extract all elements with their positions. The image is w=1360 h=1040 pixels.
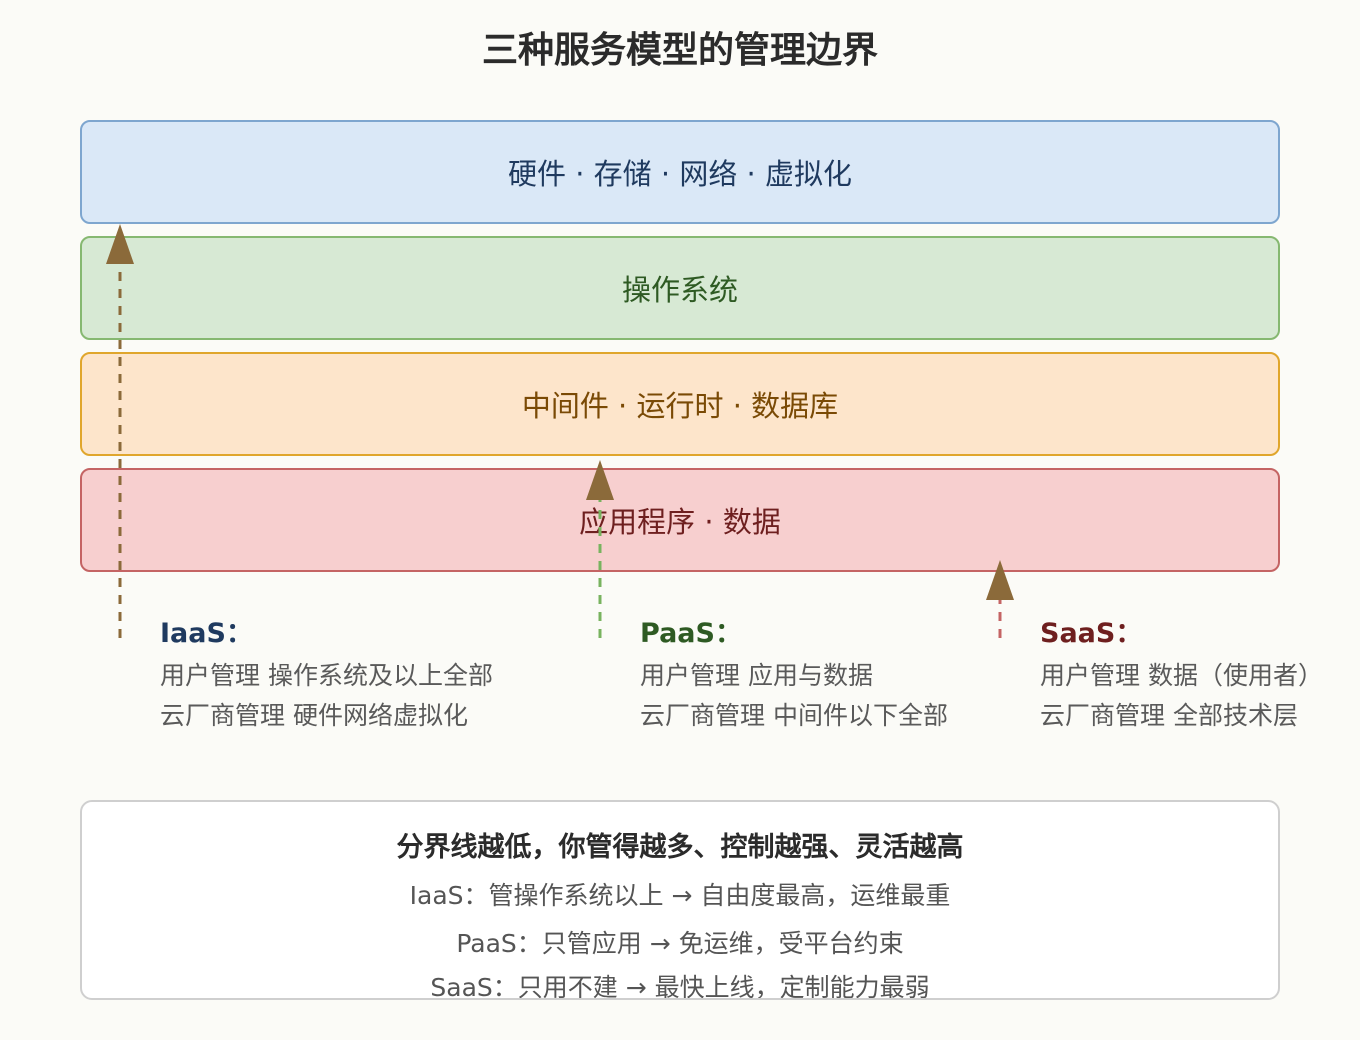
summary-title: 分界线越低，你管得越多、控制越强、灵活越高 [396,832,964,863]
diagram-title: 三种服务模型的管理边界 [481,30,878,71]
summary-line-saas: SaaS：只用不建 → 最快上线，定制能力最弱 [430,973,930,1000]
layer-label: 中间件 · 运行时 · 数据库 [521,389,839,423]
paas-description: PaaS： 用户管理 应用与数据 云厂商管理 中间件以下全部 [640,612,948,736]
summary-line-paas: PaaS：只管应用 → 免运维，受平台约束 [456,929,904,958]
provider-managed-text: 云厂商管理 全部技术层 [1040,701,1298,730]
layer-label: 硬件 · 存储 · 网络 · 虚拟化 [508,157,852,191]
provider-managed-text: 云厂商管理 硬件网络虚拟化 [160,701,468,730]
model-name: PaaS： [640,618,742,649]
summary-line-iaas: IaaS：管操作系统以上 → 自由度最高，运维最重 [409,881,951,910]
summary-box: 分界线越低，你管得越多、控制越强、灵活越高 IaaS：管操作系统以上 → 自由度… [80,800,1280,1000]
layer-application-data: 应用程序 · 数据 [80,468,1280,572]
user-managed-text: 用户管理 数据（使用者） [1040,661,1323,690]
user-managed-text: 用户管理 应用与数据 [640,661,873,690]
user-managed-text: 用户管理 操作系统及以上全部 [160,661,493,690]
model-name: SaaS： [1040,618,1143,649]
layer-middleware-runtime: 中间件 · 运行时 · 数据库 [80,352,1280,456]
layer-infrastructure: 硬件 · 存储 · 网络 · 虚拟化 [80,120,1280,224]
iaas-description: IaaS： 用户管理 操作系统及以上全部 云厂商管理 硬件网络虚拟化 [160,612,493,736]
layer-operating-system: 操作系统 [80,236,1280,340]
model-name: IaaS： [160,618,253,649]
provider-managed-text: 云厂商管理 中间件以下全部 [640,701,948,730]
layer-label: 应用程序 · 数据 [579,505,781,539]
saas-description: SaaS： 用户管理 数据（使用者） 云厂商管理 全部技术层 [1040,612,1323,736]
layer-label: 操作系统 [621,273,738,307]
